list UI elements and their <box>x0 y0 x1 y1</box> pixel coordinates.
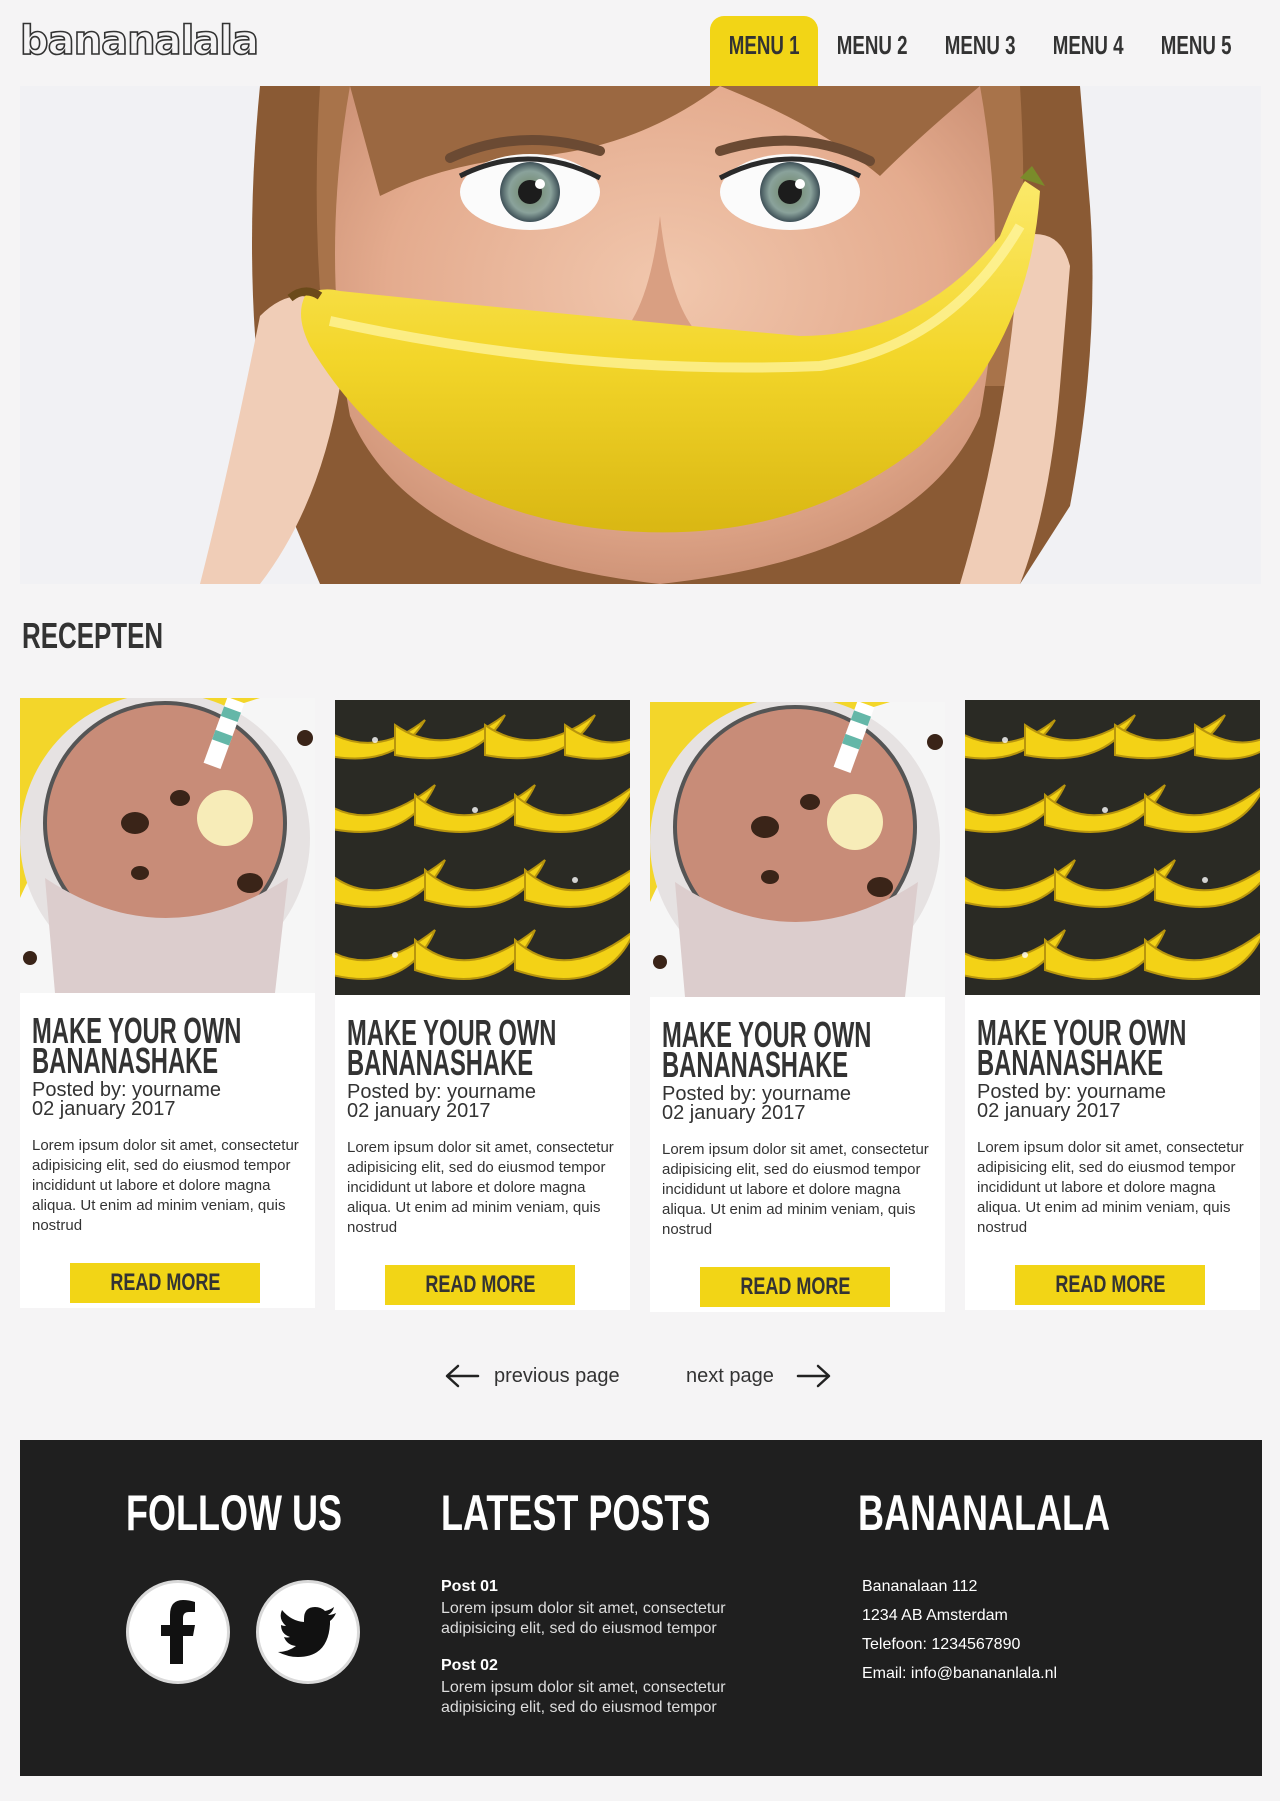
previous-page-label: previous page <box>494 1364 620 1387</box>
nav-item-menu-4[interactable]: MENU 4 <box>1034 16 1142 86</box>
contact-phone: Telefoon: 1234567890 <box>862 1636 1021 1653</box>
recipe-card-image-shake[interactable] <box>650 702 945 997</box>
chocolate-banana-shake-photo <box>650 702 945 997</box>
recipe-card-title[interactable]: MAKE YOUR OWN BANANASHAKE <box>977 1015 1280 1083</box>
recipe-card-excerpt: Lorem ipsum dolor sit amet, consectetur … <box>662 1141 929 1238</box>
button-label: READ MORE <box>739 1273 850 1300</box>
recipe-card-meta: Posted by: yourname 02 january 2017 <box>662 1084 942 1124</box>
site-header: bananalala MENU 1 MENU 2 MENU 3 MENU 4 M… <box>0 0 1280 86</box>
hero-woman-banana-illustration <box>20 86 1261 584</box>
twitter-button[interactable] <box>256 1580 360 1684</box>
recipe-card-excerpt: Lorem ipsum dolor sit amet, consectetur … <box>977 1139 1244 1236</box>
hero-banner-image <box>20 86 1261 584</box>
nav-label: MENU 5 <box>1160 30 1232 60</box>
banana-bunches-photo <box>965 700 1260 995</box>
pagination: previous page next page <box>0 1356 1280 1396</box>
read-more-button[interactable]: READ MORE <box>385 1265 575 1305</box>
button-label: READ MORE <box>1054 1271 1165 1298</box>
post-date: 02 january 2017 <box>977 1100 1121 1122</box>
contact-email[interactable]: Email: info@banananlala.nl <box>862 1665 1057 1683</box>
nav-label: MENU 2 <box>836 30 908 60</box>
recipe-card-image-shake[interactable] <box>20 698 315 993</box>
arrow-right-icon <box>796 1364 832 1388</box>
post-date: 02 january 2017 <box>347 1100 491 1122</box>
read-more-button[interactable]: READ MORE <box>700 1267 890 1307</box>
nav-item-menu-3[interactable]: MENU 3 <box>926 16 1034 86</box>
twitter-icon <box>278 1607 336 1657</box>
site-footer: FOLLOW US LATEST POSTS Post 01 Lorem ips… <box>20 1440 1262 1776</box>
nav-item-menu-2[interactable]: MENU 2 <box>818 16 926 86</box>
title-line: BANANASHAKE <box>32 1040 219 1081</box>
nav-item-menu-1[interactable]: MENU 1 <box>710 16 818 86</box>
recipe-card-image-bananas[interactable] <box>965 700 1260 995</box>
site-logo[interactable]: bananalala <box>19 17 260 65</box>
recipe-card: MAKE YOUR OWN BANANASHAKE Posted by: you… <box>20 698 315 1308</box>
title-line: BANANASHAKE <box>977 1042 1164 1083</box>
footer-heading-latest-posts: LATEST POSTS <box>441 1485 711 1541</box>
contact-address: Bananalaan 112 <box>862 1578 978 1595</box>
footer-heading-follow-us: FOLLOW US <box>126 1485 342 1541</box>
banana-bunches-photo <box>335 700 630 995</box>
button-label: READ MORE <box>424 1271 535 1298</box>
latest-post-title[interactable]: Post 02 <box>441 1657 498 1675</box>
recipe-card: MAKE YOUR OWN BANANASHAKE Posted by: you… <box>335 700 630 1310</box>
next-page-label: next page <box>686 1364 774 1387</box>
contact-city: 1234 AB Amsterdam <box>862 1607 1008 1624</box>
recipe-card-meta: Posted by: yourname 02 january 2017 <box>32 1080 312 1120</box>
read-more-button[interactable]: READ MORE <box>1015 1265 1205 1305</box>
facebook-icon <box>161 1600 195 1664</box>
latest-post-excerpt: Lorem ipsum dolor sit amet, consectetur … <box>441 1600 726 1637</box>
post-date: 02 january 2017 <box>662 1102 806 1124</box>
recipe-card-excerpt: Lorem ipsum dolor sit amet, consectetur … <box>347 1139 614 1236</box>
footer-heading-bananalala: BANANALALA <box>858 1485 1110 1541</box>
latest-post-excerpt: Lorem ipsum dolor sit amet, consectetur … <box>441 1679 726 1716</box>
latest-post-title[interactable]: Post 01 <box>441 1578 498 1596</box>
nav-label: MENU 3 <box>944 30 1016 60</box>
recipe-card-meta: Posted by: yourname 02 january 2017 <box>977 1082 1257 1122</box>
facebook-button[interactable] <box>126 1580 230 1684</box>
arrow-left-icon <box>444 1364 480 1388</box>
section-title-recepten: RECEPTEN <box>22 615 164 656</box>
main-nav: MENU 1 MENU 2 MENU 3 MENU 4 MENU 5 <box>710 16 1250 86</box>
nav-label: MENU 1 <box>728 30 800 60</box>
recipe-card: MAKE YOUR OWN BANANASHAKE Posted by: you… <box>650 702 945 1312</box>
title-line: BANANASHAKE <box>662 1044 849 1085</box>
recipe-card-excerpt: Lorem ipsum dolor sit amet, consectetur … <box>32 1137 299 1234</box>
button-label: READ MORE <box>109 1269 220 1296</box>
recipe-card-image-bananas[interactable] <box>335 700 630 995</box>
nav-label: MENU 4 <box>1052 30 1124 60</box>
nav-item-menu-5[interactable]: MENU 5 <box>1142 16 1250 86</box>
previous-page-link[interactable]: previous page <box>444 1356 620 1396</box>
chocolate-banana-shake-photo <box>20 698 315 993</box>
next-page-link[interactable]: next page <box>686 1356 832 1396</box>
recipe-card-meta: Posted by: yourname 02 january 2017 <box>347 1082 627 1122</box>
title-line: BANANASHAKE <box>347 1042 534 1083</box>
post-date: 02 january 2017 <box>32 1098 176 1120</box>
read-more-button[interactable]: READ MORE <box>70 1263 260 1303</box>
recipe-card: MAKE YOUR OWN BANANASHAKE Posted by: you… <box>965 700 1260 1310</box>
